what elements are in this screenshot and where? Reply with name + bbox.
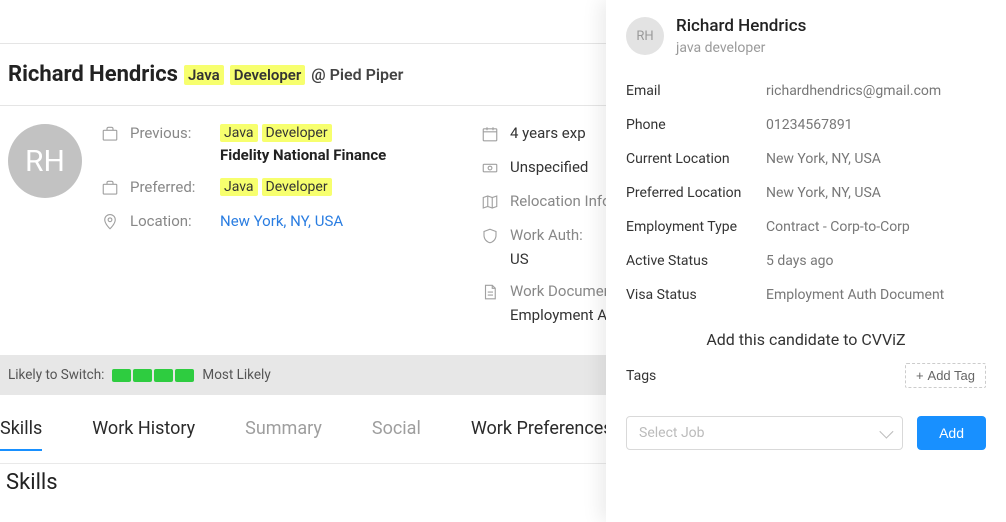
work-auth-label: Work Auth: <box>510 226 590 244</box>
map-icon <box>480 192 500 212</box>
panel-role: java developer <box>676 40 806 56</box>
title-highlight-developer: Developer <box>230 65 306 85</box>
calendar-icon <box>480 124 500 144</box>
panel-email-row: Email richardhendrics@gmail.com <box>626 74 986 108</box>
switch-meter <box>112 369 194 382</box>
briefcase-icon <box>100 124 120 144</box>
panel-active-row: Active Status 5 days ago <box>626 244 986 278</box>
add-button[interactable]: Add <box>917 416 986 450</box>
preferred-label: Preferred: <box>130 178 210 196</box>
preferred-row: Preferred: Java Developer <box>100 178 460 198</box>
prefloc-label: Preferred Location <box>626 185 766 201</box>
select-job-placeholder: Select Job <box>639 425 705 441</box>
emptype-label: Employment Type <box>626 219 766 235</box>
tab-skills[interactable]: Skills <box>0 418 42 451</box>
tags-label: Tags <box>626 368 656 384</box>
phone-value: 01234567891 <box>766 117 986 133</box>
panel-visa-row: Visa Status Employment Auth Document <box>626 278 986 312</box>
panel-phone-row: Phone 01234567891 <box>626 108 986 142</box>
curloc-label: Current Location <box>626 151 766 167</box>
add-tag-button[interactable]: + Add Tag <box>905 363 986 388</box>
tab-work-history[interactable]: Work History <box>92 418 195 451</box>
phone-label: Phone <box>626 117 766 133</box>
title-highlight-java: Java <box>184 65 224 85</box>
preferred-tag-developer: Developer <box>262 178 332 196</box>
emptype-value: Contract - Corp-to-Corp <box>766 219 986 235</box>
select-job-dropdown[interactable]: Select Job <box>626 416 903 450</box>
plus-icon: + <box>916 368 924 383</box>
preferred-tag-java: Java <box>220 178 258 196</box>
visa-value: Employment Auth Document <box>766 287 986 303</box>
switch-result: Most Likely <box>202 367 270 383</box>
tab-work-pref[interactable]: Work Preferences <box>471 418 613 451</box>
previous-tag-java: Java <box>220 124 258 142</box>
panel-prefloc-row: Preferred Location New York, NY, USA <box>626 176 986 210</box>
panel-add-heading: Add this candidate to CVViZ <box>626 330 986 349</box>
switch-label: Likely to Switch: <box>8 367 104 383</box>
active-value: 5 days ago <box>766 253 986 269</box>
salary-value: Unspecified <box>510 158 588 176</box>
map-pin-icon <box>100 212 120 232</box>
candidate-name: Richard Hendrics <box>8 62 178 87</box>
tab-social[interactable]: Social <box>372 418 421 451</box>
chevron-down-icon <box>879 425 893 439</box>
avatar: RH <box>8 124 82 198</box>
location-value[interactable]: New York, NY, USA <box>220 212 343 230</box>
experience-value: 4 years exp <box>510 124 586 142</box>
company-label: @ Pied Piper <box>311 65 403 84</box>
curloc-value: New York, NY, USA <box>766 151 986 167</box>
section-heading-skills: Skills <box>6 470 58 495</box>
shield-icon <box>480 226 500 246</box>
panel-avatar: RH <box>626 17 664 55</box>
relocation-label: Relocation Info: <box>510 192 614 210</box>
candidate-side-panel: RH Richard Hendrics java developer Email… <box>606 0 1006 522</box>
work-auth-value: US <box>510 250 590 268</box>
tab-summary[interactable]: Summary <box>245 418 322 451</box>
previous-row: Previous: Java Developer Fidelity Nation… <box>100 124 460 164</box>
previous-company: Fidelity National Finance <box>220 146 386 164</box>
panel-name: Richard Hendrics <box>676 16 806 36</box>
panel-emptype-row: Employment Type Contract - Corp-to-Corp <box>626 210 986 244</box>
email-label: Email <box>626 83 766 99</box>
location-row: Location: New York, NY, USA <box>100 212 460 232</box>
money-icon <box>480 158 500 178</box>
document-icon <box>480 282 500 302</box>
active-label: Active Status <box>626 253 766 269</box>
previous-tag-developer: Developer <box>262 124 332 142</box>
previous-label: Previous: <box>130 124 210 142</box>
email-value: richardhendrics@gmail.com <box>766 83 986 99</box>
location-label: Location: <box>130 212 210 230</box>
panel-curloc-row: Current Location New York, NY, USA <box>626 142 986 176</box>
briefcase-icon <box>100 178 120 198</box>
prefloc-value: New York, NY, USA <box>766 185 986 201</box>
visa-label: Visa Status <box>626 287 766 303</box>
add-tag-label: Add Tag <box>928 368 975 383</box>
